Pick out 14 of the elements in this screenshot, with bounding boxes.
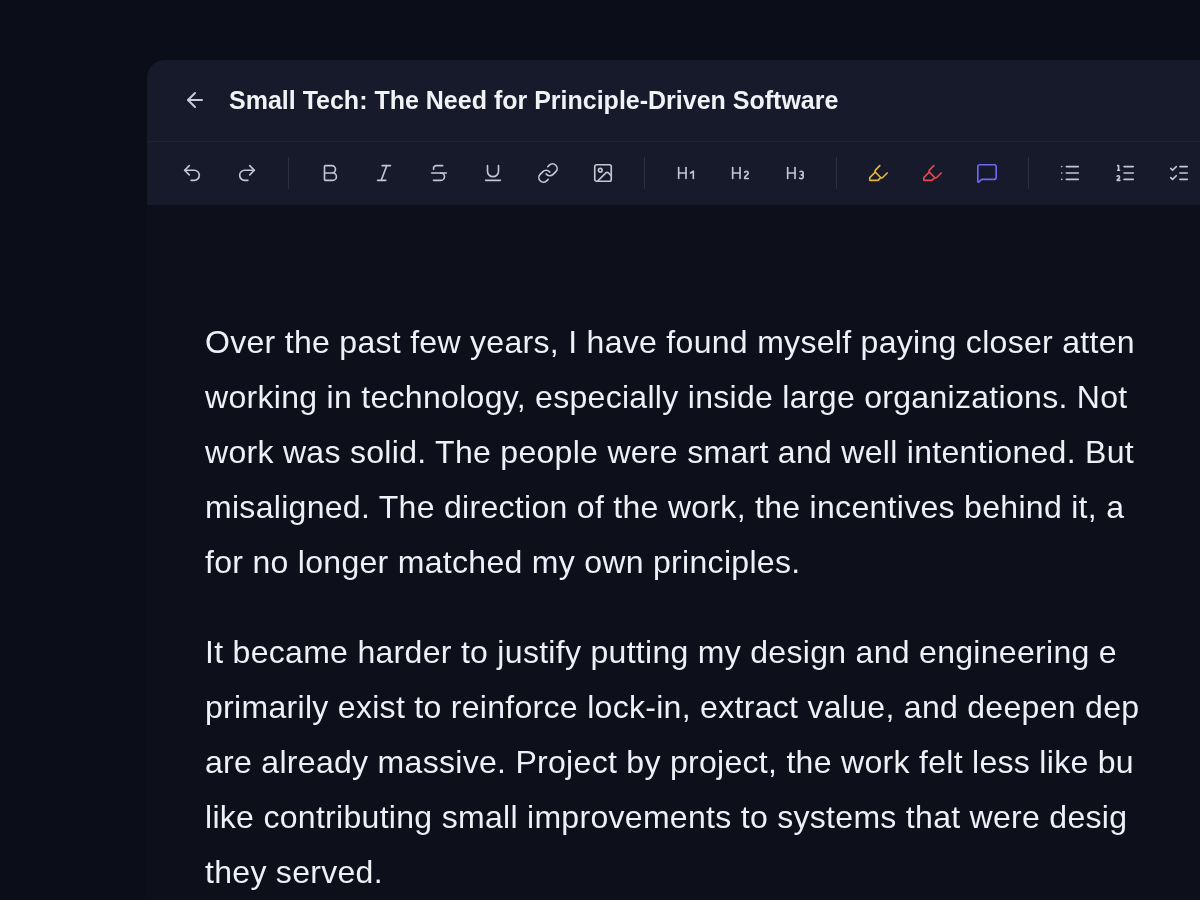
paragraph-line: they served. <box>205 853 384 892</box>
paragraph-line: It became harder to justify putting my design and engineering e <box>205 633 1118 672</box>
paragraph-line: for no longer matched my own principles. <box>205 543 802 582</box>
paragraph-line: work was solid. The people were smart and well intentioned. But <box>205 433 1135 472</box>
paragraph-line: working in technology, especially inside large organizations. Not <box>205 378 1129 417</box>
paragraph-line: like contributing small improvements to systems that were desig <box>205 798 1129 837</box>
document-title: Small Tech: The Need for Principle-Driven Software <box>229 85 839 115</box>
paragraph-line: Over the past few years, I have found myself paying closer atten <box>205 323 1136 362</box>
image-icon <box>591 162 614 185</box>
paragraph-line: primarily exist to reinforce lock-in, extract value, and deepen dep <box>205 688 1141 727</box>
link-icon <box>536 162 559 185</box>
paragraph-line: are already massive. Project by project, the work felt less like bu <box>205 743 1135 782</box>
paragraph-line: misaligned. The direction of the work, the incentives behind it, a <box>205 488 1126 527</box>
comment-icon <box>975 162 998 185</box>
